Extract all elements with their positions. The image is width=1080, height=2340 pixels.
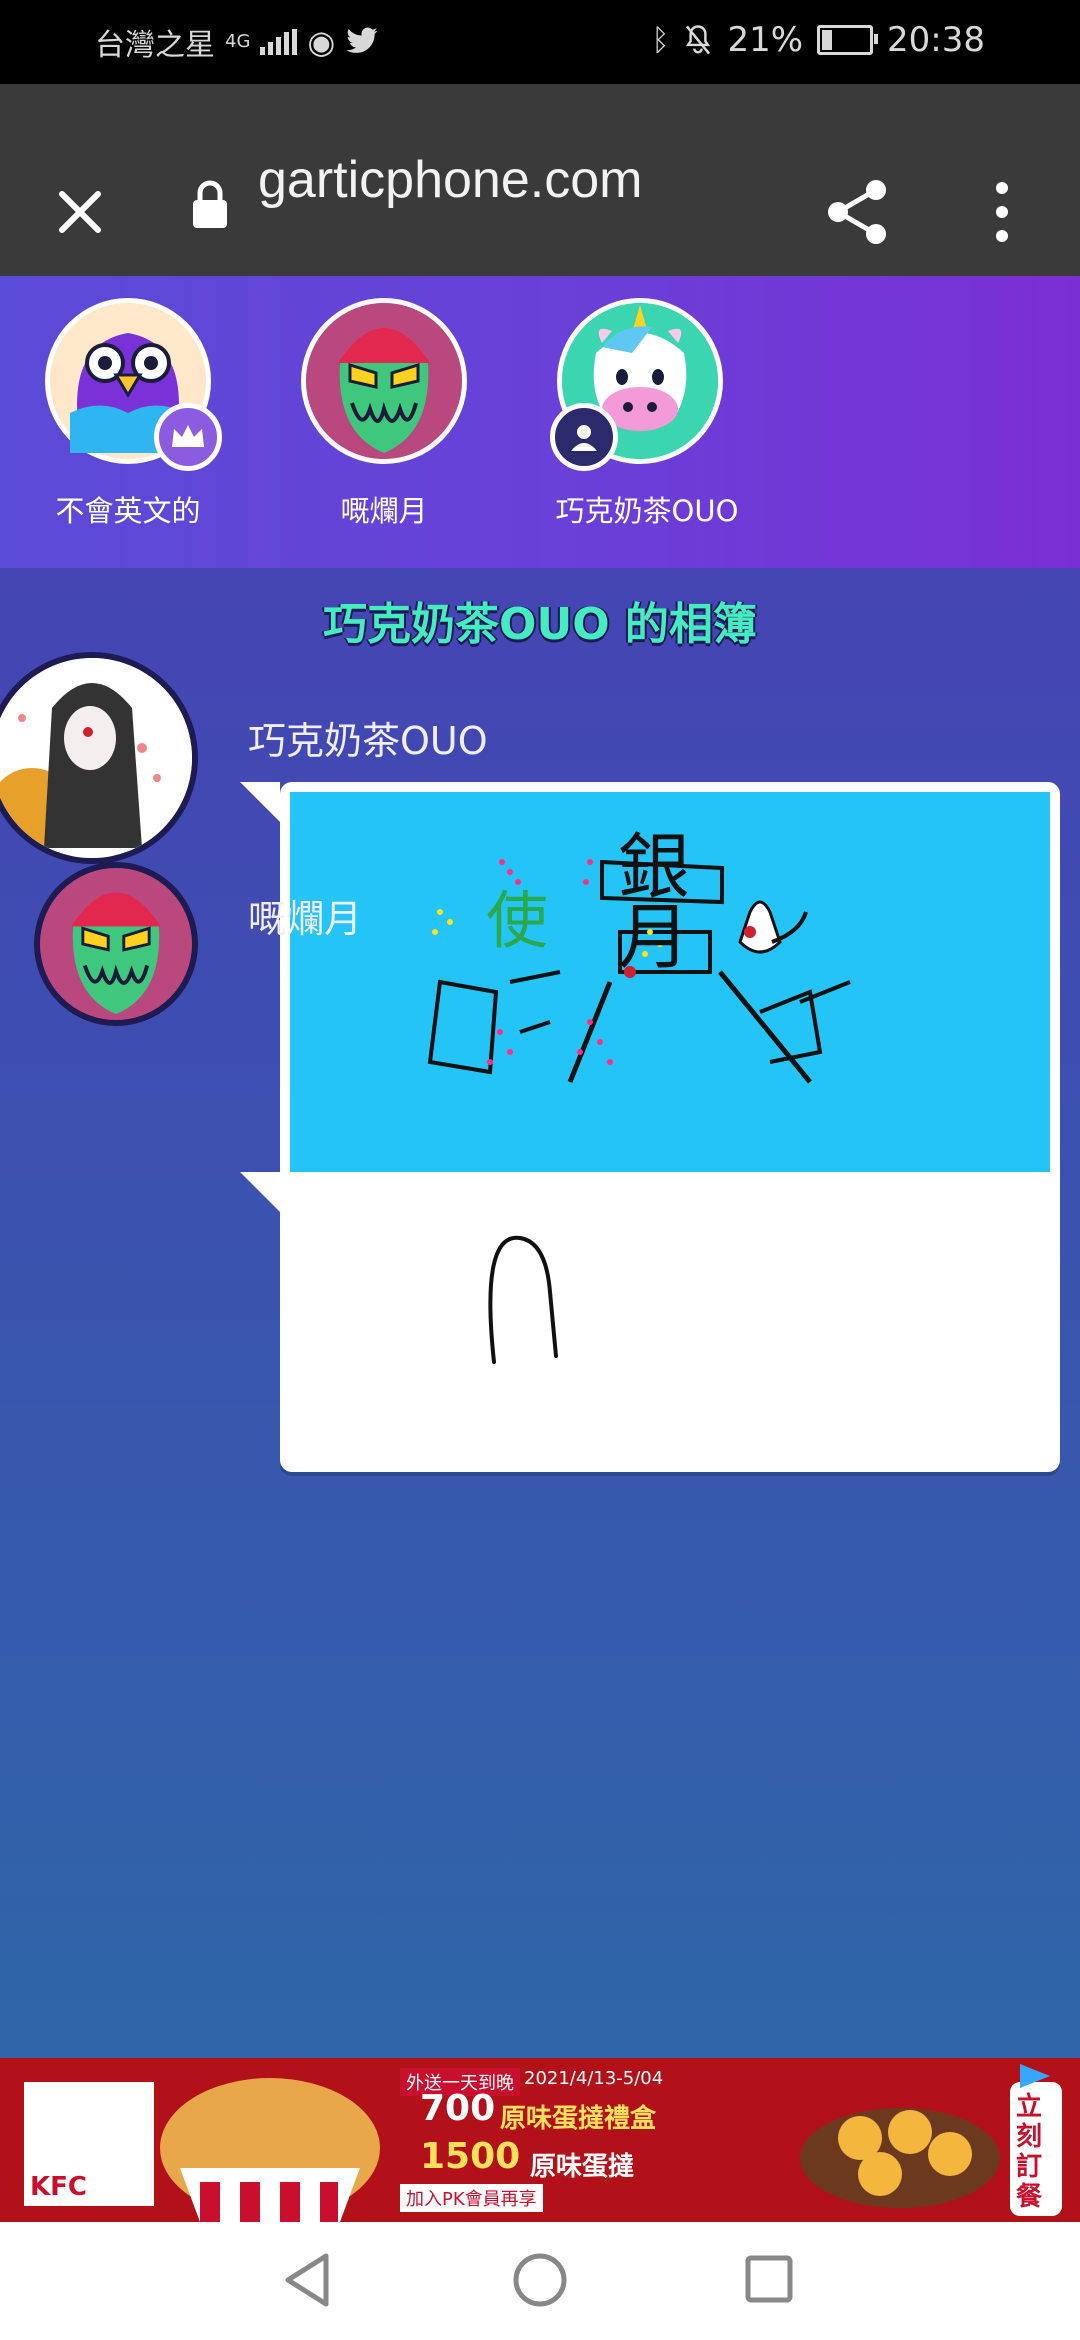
ad-line-3: 加入PK會員再享 — [400, 2184, 543, 2212]
share-icon[interactable] — [826, 178, 890, 246]
player-card[interactable]: 不會英文的 — [8, 298, 248, 530]
browser-toolbar: garticphone.com — [0, 84, 1080, 276]
bubble-tail — [240, 1172, 280, 1212]
ad-line-1: 原味蛋撻禮盒 — [500, 2104, 657, 2134]
avatar — [34, 862, 198, 1026]
status-right: ᛒ 21% 20:38 — [651, 20, 985, 60]
bubble-tail — [240, 782, 280, 822]
drawing-bubble — [240, 1172, 1060, 1472]
mute-bell-icon — [686, 25, 711, 55]
clock: 20:38 — [887, 20, 985, 60]
bluetooth-icon: ᛒ — [651, 22, 670, 58]
recents-icon[interactable] — [744, 2254, 794, 2304]
user-icon — [571, 425, 597, 451]
drawing-image: 銀 月 使 — [427, 825, 851, 1084]
game-area: 不會英文的 嘅爛月 巧克奶茶OUO 巧克奶茶OUO 的相簿 巧克奶茶OUO 銀 … — [0, 276, 1080, 2058]
green-pirate-avatar-icon — [306, 303, 462, 459]
entry-author: 嘅爛月 — [248, 897, 363, 941]
avatar — [550, 298, 723, 471]
drawing-canvas: 銀 月 使 — [290, 792, 1050, 1210]
crown-badge — [154, 403, 222, 471]
drawing-bubble: 銀 月 使 — [240, 782, 1060, 1220]
avatar — [301, 298, 467, 464]
player-name: 不會英文的 — [55, 494, 201, 528]
battery-percent: 21% — [727, 20, 804, 60]
green-pirate-avatar-icon — [40, 868, 192, 1020]
status-left: 台灣之星 4G ◉ — [95, 20, 379, 64]
battery-icon — [817, 25, 879, 55]
system-navigation-bar — [0, 2222, 1080, 2340]
ad-price-2: 1500 — [420, 2136, 521, 2177]
album-title: 巧克奶茶OUO 的相簿 — [323, 599, 757, 650]
player-name: 嘅爛月 — [340, 494, 428, 528]
player-name: 巧克奶茶OUO — [555, 494, 739, 528]
home-icon[interactable] — [512, 2252, 568, 2308]
players-bar: 不會英文的 嘅爛月 巧克奶茶OUO — [0, 276, 1080, 568]
eye-icon: ◉ — [307, 23, 336, 61]
ad-line-2: 原味蛋撻 — [530, 2152, 635, 2182]
network-type: 4G — [225, 31, 251, 52]
signal-icon — [260, 29, 298, 55]
ad-banner[interactable]: KFC 外送一天到晚 2021/4/13-5/04 700 原味蛋撻禮盒 150… — [0, 2058, 1080, 2222]
drawing-text: 使 — [486, 884, 548, 957]
entry-author: 巧克奶茶OUO — [248, 719, 488, 763]
ad-cta-button[interactable]: 立刻訂餐 — [1016, 2092, 1056, 2212]
avatar — [45, 298, 222, 471]
player-card[interactable]: 嘅爛月 — [264, 298, 504, 530]
carrier-name: 台灣之星 — [95, 28, 215, 63]
more-vert-icon[interactable] — [990, 180, 1014, 244]
lock-icon — [193, 180, 227, 228]
back-icon[interactable] — [282, 2252, 332, 2308]
ad-brand: KFC — [30, 2172, 87, 2202]
crown-icon — [172, 425, 204, 447]
custom-profile-picture — [0, 658, 192, 858]
drawing-image — [488, 1235, 558, 1364]
user-badge — [550, 403, 618, 471]
drawing-text: 月 — [618, 895, 690, 979]
url-text[interactable]: garticphone.com — [258, 150, 642, 210]
twitter-icon — [346, 27, 378, 53]
ad-price-1: 700 — [420, 2088, 496, 2129]
status-bar: 台灣之星 4G ◉ ᛒ 21% 20:38 — [0, 0, 1080, 84]
ad-date: 2021/4/13-5/04 — [524, 2068, 664, 2089]
avatar — [0, 652, 198, 864]
close-icon[interactable] — [56, 188, 104, 236]
player-card[interactable]: 巧克奶茶OUO — [520, 298, 760, 530]
